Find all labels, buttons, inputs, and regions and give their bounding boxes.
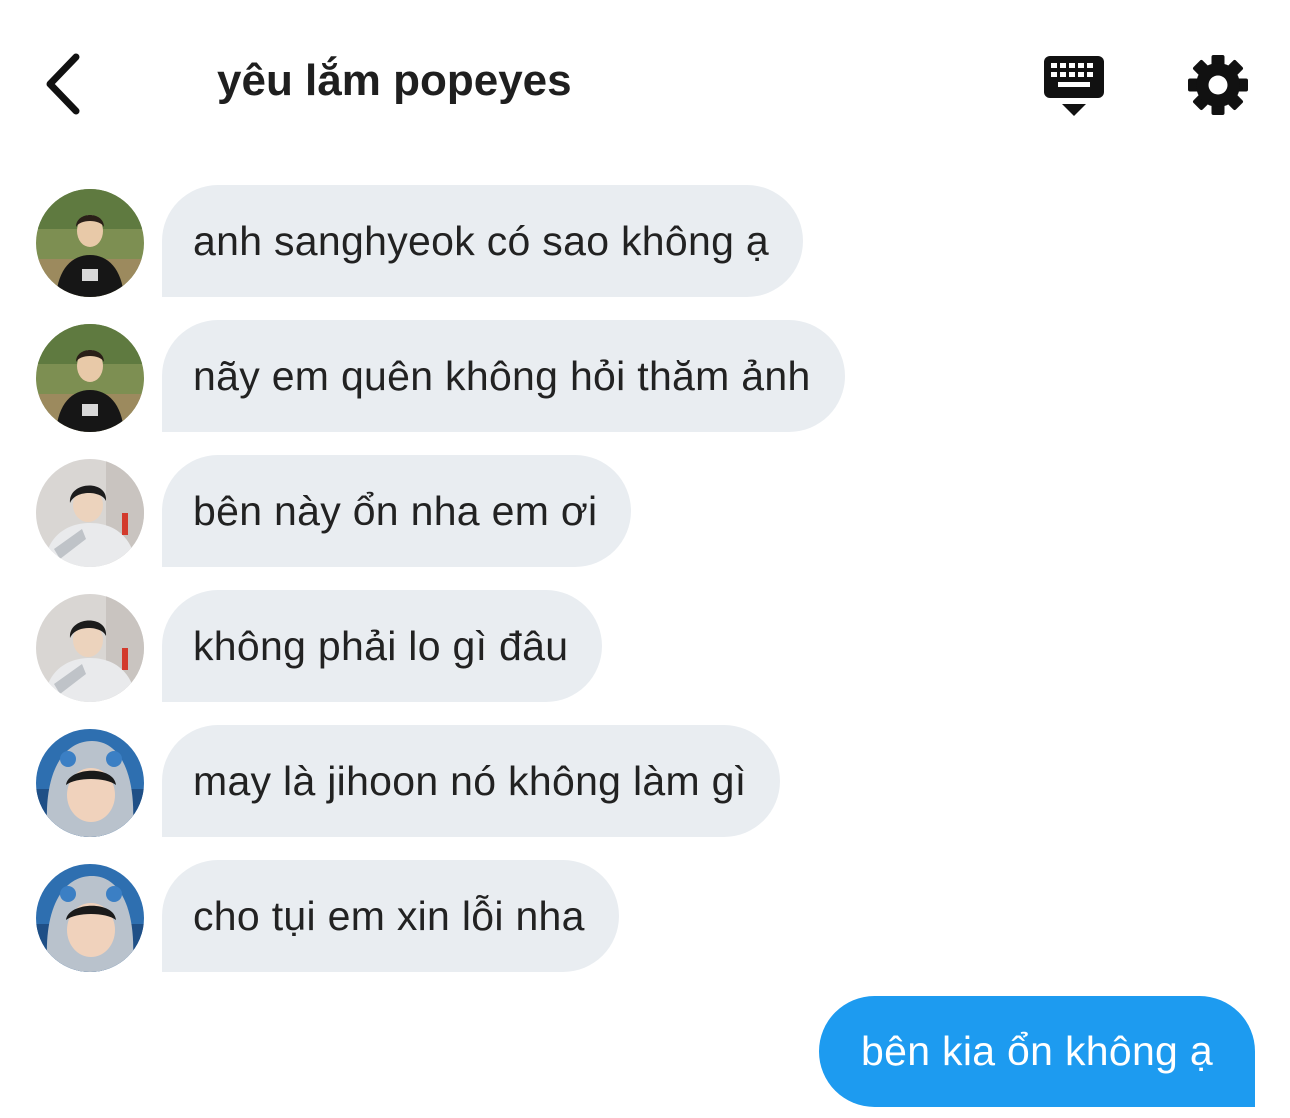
incoming-message-bubble[interactable]: cho tụi em xin lỗi nha: [162, 860, 619, 972]
keyboard-toggle-button[interactable]: [1038, 52, 1110, 122]
avatar[interactable]: [36, 189, 144, 297]
avatar-hooded: [36, 864, 144, 972]
outgoing-message-bubble[interactable]: bên kia ổn không ạ: [819, 996, 1255, 1107]
back-button[interactable]: [30, 44, 100, 124]
avatar[interactable]: [36, 729, 144, 837]
avatar-grey-jacket: [36, 459, 144, 567]
settings-button[interactable]: [1183, 50, 1253, 120]
message-row: không phải lo gì đâu: [0, 590, 1290, 706]
chevron-left-icon: [46, 53, 80, 115]
message-row: anh sanghyeok có sao không ạ: [0, 185, 1290, 301]
conversation-title[interactable]: yêu lắm popeyes: [217, 56, 572, 106]
keyboard-icon: [1044, 56, 1104, 116]
incoming-message-bubble[interactable]: bên này ổn nha em ơi: [162, 455, 632, 567]
message-row: may là jihoon nó không làm gì: [0, 725, 1290, 841]
gear-icon: [1188, 55, 1248, 115]
message-row: nãy em quên không hỏi thăm ảnh: [0, 320, 1290, 436]
incoming-message-bubble[interactable]: không phải lo gì đâu: [162, 590, 603, 702]
avatar-grey-jacket: [36, 594, 144, 702]
avatar[interactable]: [36, 864, 144, 972]
dm-conversation-screen: yêu lắm popeyes anh sanghyeok có sao khô…: [0, 0, 1290, 1118]
avatar-hooded: [36, 729, 144, 837]
avatar[interactable]: [36, 594, 144, 702]
message-row: bên này ổn nha em ơi: [0, 455, 1290, 571]
avatar[interactable]: [36, 324, 144, 432]
message-row: cho tụi em xin lỗi nha: [0, 860, 1290, 976]
incoming-message-bubble[interactable]: anh sanghyeok có sao không ạ: [162, 185, 803, 297]
incoming-message-bubble[interactable]: nãy em quên không hỏi thăm ảnh: [162, 320, 845, 432]
incoming-message-bubble[interactable]: may là jihoon nó không làm gì: [162, 725, 781, 837]
avatar-green-jersey: [36, 324, 144, 432]
avatar[interactable]: [36, 459, 144, 567]
conversation-header: yêu lắm popeyes: [0, 0, 1290, 170]
avatar-green-jersey: [36, 189, 144, 297]
